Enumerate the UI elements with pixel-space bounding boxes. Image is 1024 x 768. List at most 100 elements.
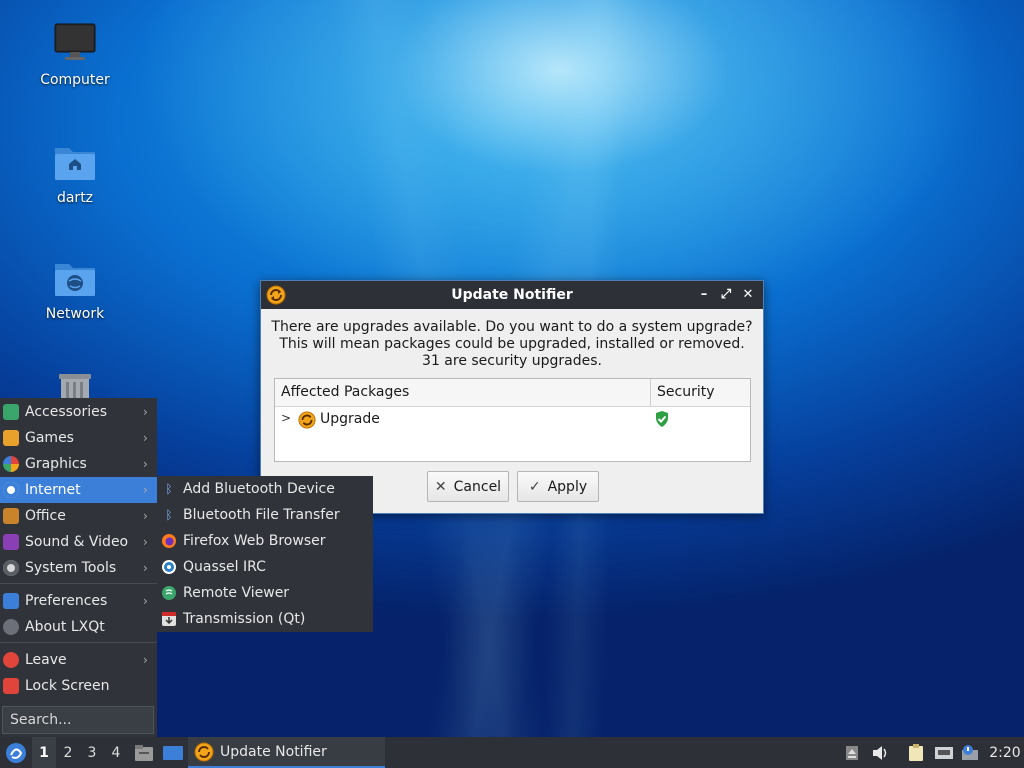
menu-item-lock-screen[interactable]: Lock Screen — [0, 673, 157, 699]
graphics-icon — [3, 456, 19, 472]
chevron-right-icon: › — [143, 594, 148, 608]
column-header-security[interactable]: Security — [651, 379, 750, 406]
office-icon — [3, 508, 19, 524]
tray-eject-button[interactable] — [842, 737, 862, 768]
tray-clipboard-button[interactable] — [906, 737, 926, 768]
bluetooth-icon: ᛒ — [165, 508, 173, 522]
sound-video-icon — [3, 534, 19, 550]
message-line: This will mean packages could be upgrade… — [279, 336, 745, 352]
chevron-right-icon: › — [143, 483, 148, 497]
workspace-1[interactable]: 1 — [32, 737, 56, 768]
apply-label: Apply — [547, 478, 588, 495]
menu-item-label: Office — [25, 508, 66, 524]
tray-network-button[interactable] — [934, 737, 954, 768]
maximize-button[interactable]: ⤢ — [717, 285, 735, 305]
update-notifier-icon — [266, 285, 286, 305]
cancel-icon: ✕ — [434, 478, 447, 495]
bluetooth-icon: ᛒ — [165, 482, 173, 496]
menu-separator — [0, 583, 157, 584]
menu-separator — [0, 642, 157, 643]
cancel-label: Cancel — [453, 478, 502, 495]
desktop-icon-label: Computer — [40, 72, 110, 88]
desktop-icon-home[interactable]: dartz — [20, 140, 130, 206]
table-row[interactable]: > Upgrade — [275, 407, 750, 433]
computer-icon — [53, 22, 97, 66]
desktop-icon-label: dartz — [56, 190, 94, 206]
submenu-item-add-bluetooth-device[interactable]: ᛒ Add Bluetooth Device — [157, 476, 373, 502]
clock[interactable]: 2:20 — [986, 737, 1024, 768]
tray-update-button[interactable] — [960, 737, 980, 768]
menu-item-sound-video[interactable]: Sound & Video › — [0, 529, 157, 555]
internet-submenu: ᛒ Add Bluetooth Device ᛒ Bluetooth File … — [157, 476, 373, 632]
submenu-item-label: Firefox Web Browser — [183, 533, 326, 549]
cancel-button[interactable]: ✕ Cancel — [427, 471, 509, 502]
submenu-item-firefox[interactable]: Firefox Web Browser — [157, 528, 373, 554]
menu-item-graphics[interactable]: Graphics › — [0, 451, 157, 477]
update-notification-icon — [962, 744, 978, 760]
menu-item-label: Leave — [25, 652, 67, 668]
preferences-icon — [3, 593, 19, 609]
dialog-title: Update Notifier — [451, 287, 573, 303]
submenu-item-quassel-irc[interactable]: Quassel IRC — [157, 554, 373, 580]
show-desktop-button[interactable] — [160, 737, 186, 768]
apply-button[interactable]: ✓ Apply — [517, 471, 599, 502]
expand-arrow-icon[interactable]: > — [281, 411, 291, 425]
submenu-item-remote-viewer[interactable]: Remote Viewer — [157, 580, 373, 606]
internet-icon — [3, 482, 19, 498]
upgrade-icon — [298, 411, 316, 429]
eject-icon — [846, 745, 858, 760]
column-header-packages[interactable]: Affected Packages — [275, 379, 651, 406]
remote-viewer-icon — [161, 585, 177, 601]
menu-item-label: About LXQt — [25, 619, 105, 635]
desktop-icon-network[interactable]: Network — [20, 256, 130, 322]
desktop-icon-label: Network — [45, 306, 105, 322]
packages-table: Affected Packages Security > Upgrade — [274, 378, 751, 462]
start-menu-button[interactable] — [2, 737, 30, 768]
dialog-message: There are upgrades available. Do you wan… — [261, 319, 763, 370]
chevron-right-icon: › — [143, 431, 148, 445]
menu-item-label: Preferences — [25, 593, 108, 609]
file-manager-launcher[interactable] — [132, 737, 156, 768]
table-header: Affected Packages Security — [275, 379, 750, 407]
chevron-right-icon: › — [143, 509, 148, 523]
submenu-item-bluetooth-file-transfer[interactable]: ᛒ Bluetooth File Transfer — [157, 502, 373, 528]
menu-item-games[interactable]: Games › — [0, 425, 157, 451]
menu-item-label: Accessories — [25, 404, 108, 420]
workspace-2[interactable]: 2 — [56, 737, 80, 768]
chevron-right-icon: › — [143, 405, 148, 419]
shield-check-icon — [654, 410, 670, 428]
close-button[interactable]: ✕ — [739, 285, 757, 305]
home-folder-icon — [53, 140, 97, 184]
menu-item-preferences[interactable]: Preferences › — [0, 588, 157, 614]
menu-item-label: Graphics — [25, 456, 87, 472]
clipboard-icon — [909, 743, 923, 761]
menu-search-input[interactable]: Search... — [2, 706, 154, 734]
workspace-3[interactable]: 3 — [80, 737, 104, 768]
message-line: There are upgrades available. Do you wan… — [271, 319, 753, 335]
task-update-notifier[interactable]: Update Notifier — [188, 737, 385, 768]
menu-item-leave[interactable]: Leave › — [0, 647, 157, 673]
accessories-icon — [3, 404, 19, 420]
message-line: 31 are security upgrades. — [422, 353, 602, 369]
menu-item-office[interactable]: Office › — [0, 503, 157, 529]
minimize-button[interactable]: – — [695, 285, 713, 305]
network-icon — [935, 746, 953, 759]
chevron-right-icon: › — [143, 535, 148, 549]
desktop-icon-computer[interactable]: Computer — [20, 22, 130, 88]
tray-volume-button[interactable] — [870, 737, 890, 768]
chevron-right-icon: › — [143, 561, 148, 575]
submenu-item-transmission[interactable]: Transmission (Qt) — [157, 606, 373, 632]
leave-icon — [3, 652, 19, 668]
menu-item-about-lxqt[interactable]: About LXQt — [0, 614, 157, 640]
menu-item-label: Games — [25, 430, 74, 446]
workspace-4[interactable]: 4 — [104, 737, 128, 768]
dialog-titlebar[interactable]: Update Notifier – ⤢ ✕ — [261, 281, 763, 309]
lxqt-logo-icon — [6, 742, 26, 763]
chevron-right-icon: › — [143, 457, 148, 471]
menu-item-internet[interactable]: Internet › — [0, 477, 157, 503]
package-name: Upgrade — [320, 411, 380, 427]
menu-item-accessories[interactable]: Accessories › — [0, 399, 157, 425]
submenu-item-label: Add Bluetooth Device — [183, 481, 335, 497]
games-icon — [3, 430, 19, 446]
menu-item-system-tools[interactable]: System Tools › — [0, 555, 157, 581]
